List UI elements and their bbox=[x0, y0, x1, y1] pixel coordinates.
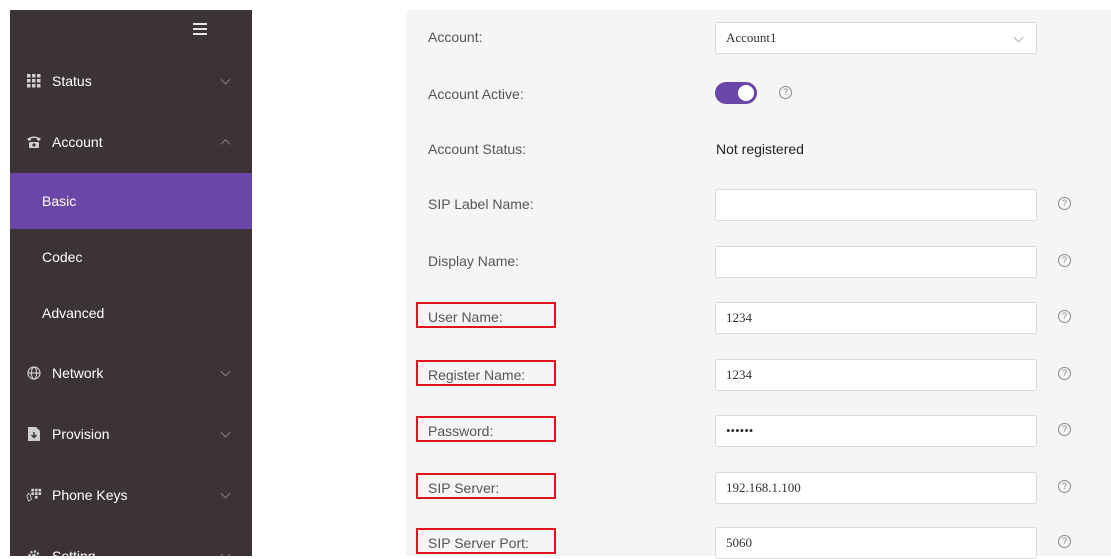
sidebar-item-setting[interactable]: Setting bbox=[10, 528, 252, 556]
sidebar-item-label: Setting bbox=[52, 548, 96, 556]
sidebar-item-label: Provision bbox=[52, 426, 110, 442]
help-icon[interactable]: ? bbox=[1058, 310, 1071, 323]
keypad-icon bbox=[26, 487, 42, 503]
password-input[interactable]: •••••• bbox=[715, 415, 1037, 447]
sidebar-subitem-label: Basic bbox=[42, 193, 77, 209]
sip-server-port-label: SIP Server Port: bbox=[428, 535, 529, 551]
password-label: Password: bbox=[428, 423, 494, 439]
input-value: 5060 bbox=[726, 535, 752, 550]
menu-toggle-icon[interactable] bbox=[193, 22, 207, 36]
account-select-value: Account1 bbox=[726, 30, 777, 45]
sip-label-name-input[interactable] bbox=[715, 189, 1037, 221]
account-active-toggle[interactable] bbox=[715, 82, 757, 104]
sidebar-subitem-codec[interactable]: Codec bbox=[10, 229, 252, 285]
sidebar-subitem-advanced[interactable]: Advanced bbox=[10, 285, 252, 341]
download-icon bbox=[26, 426, 42, 442]
help-icon[interactable]: ? bbox=[1058, 254, 1071, 267]
account-status-label: Account Status: bbox=[428, 141, 527, 157]
register-name-input[interactable]: 1234 bbox=[715, 359, 1037, 391]
sip-server-label: SIP Server: bbox=[428, 480, 500, 496]
sidebar-item-network[interactable]: Network bbox=[10, 345, 252, 401]
chevron-up-icon bbox=[220, 139, 231, 150]
account-select[interactable]: Account1 bbox=[715, 22, 1037, 54]
sidebar-subitem-label: Codec bbox=[42, 249, 83, 265]
display-name-input[interactable] bbox=[715, 246, 1037, 278]
input-value: •••••• bbox=[726, 423, 754, 438]
sidebar-subitem-label: Advanced bbox=[42, 305, 105, 321]
sip-server-port-input[interactable]: 5060 bbox=[715, 527, 1037, 559]
chevron-down-icon bbox=[220, 74, 231, 85]
toggle-knob bbox=[738, 85, 754, 101]
account-status-value: Not registered bbox=[716, 141, 804, 157]
chevron-down-icon bbox=[220, 427, 231, 438]
chevron-down-icon bbox=[220, 488, 231, 499]
user-name-input[interactable]: 1234 bbox=[715, 302, 1037, 334]
phone-icon bbox=[26, 134, 42, 150]
display-name-label: Display Name: bbox=[428, 253, 520, 269]
sidebar-item-provision[interactable]: Provision bbox=[10, 406, 252, 462]
input-value: 1234 bbox=[726, 367, 752, 382]
user-name-label: User Name: bbox=[428, 309, 503, 325]
help-icon[interactable]: ? bbox=[1058, 480, 1071, 493]
sidebar-item-label: Account bbox=[52, 134, 103, 150]
globe-icon bbox=[26, 365, 42, 381]
help-icon[interactable]: ? bbox=[1058, 197, 1071, 210]
grid-icon bbox=[26, 73, 42, 89]
gear-icon bbox=[26, 548, 42, 556]
sidebar: Status Account Basic Codec Advanced Netw… bbox=[10, 10, 252, 556]
sidebar-subitem-basic[interactable]: Basic bbox=[10, 173, 252, 229]
account-label: Account: bbox=[428, 29, 483, 45]
sidebar-item-label: Status bbox=[52, 73, 92, 89]
chevron-down-icon bbox=[220, 549, 231, 556]
register-name-label: Register Name: bbox=[428, 367, 526, 383]
help-icon[interactable]: ? bbox=[1058, 535, 1071, 548]
help-icon[interactable]: ? bbox=[1058, 367, 1071, 380]
chevron-down-icon bbox=[1013, 32, 1024, 43]
sip-server-input[interactable]: 192.168.1.100 bbox=[715, 472, 1037, 504]
sip-label-name-label: SIP Label Name: bbox=[428, 196, 534, 212]
sidebar-item-label: Phone Keys bbox=[52, 487, 128, 503]
help-icon[interactable]: ? bbox=[779, 86, 792, 99]
sidebar-item-label: Network bbox=[52, 365, 104, 381]
chevron-down-icon bbox=[220, 366, 231, 377]
help-icon[interactable]: ? bbox=[1058, 423, 1071, 436]
sidebar-item-phone-keys[interactable]: Phone Keys bbox=[10, 467, 252, 523]
account-active-label: Account Active: bbox=[428, 86, 524, 102]
input-value: 192.168.1.100 bbox=[726, 480, 801, 495]
input-value: 1234 bbox=[726, 310, 752, 325]
sidebar-item-account[interactable]: Account bbox=[10, 114, 252, 170]
sidebar-item-status[interactable]: Status bbox=[10, 53, 252, 109]
